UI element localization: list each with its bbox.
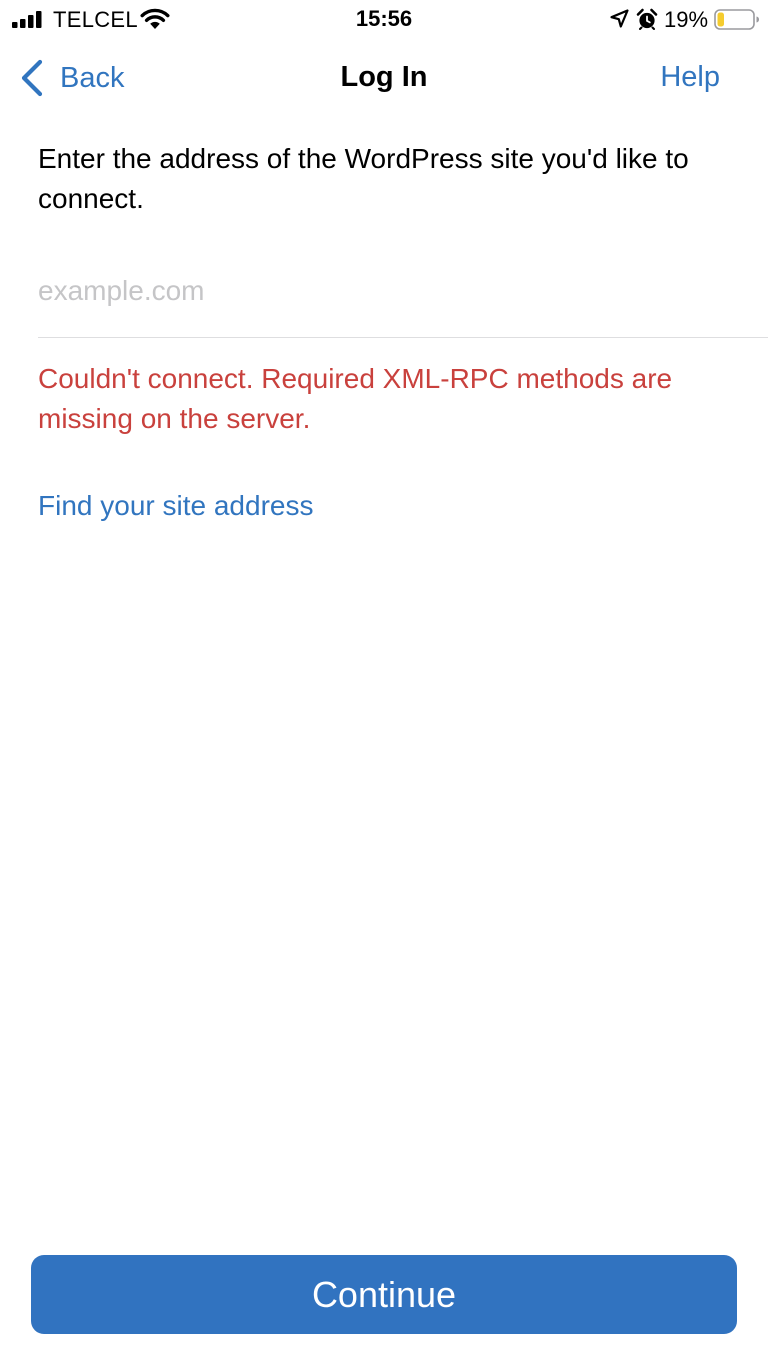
page-title: Log In [340,61,428,93]
alarm-icon [636,8,658,30]
navigation-bar: Back Log In Help [0,50,768,106]
site-address-input[interactable] [38,268,738,314]
error-message: Couldn't connect. Required XML-RPC metho… [38,363,673,434]
input-divider [38,337,768,338]
status-bar: TELCEL 15:56 19% [0,0,768,40]
help-button[interactable]: Help [660,61,720,94]
find-site-address-link[interactable]: Find your site address [38,490,313,522]
battery-icon [714,9,759,30]
instructions-text: Enter the address of the WordPress site … [38,143,689,214]
battery-percent: 19% [664,7,709,32]
continue-button[interactable]: Continue [31,1255,737,1334]
location-icon [610,9,629,28]
